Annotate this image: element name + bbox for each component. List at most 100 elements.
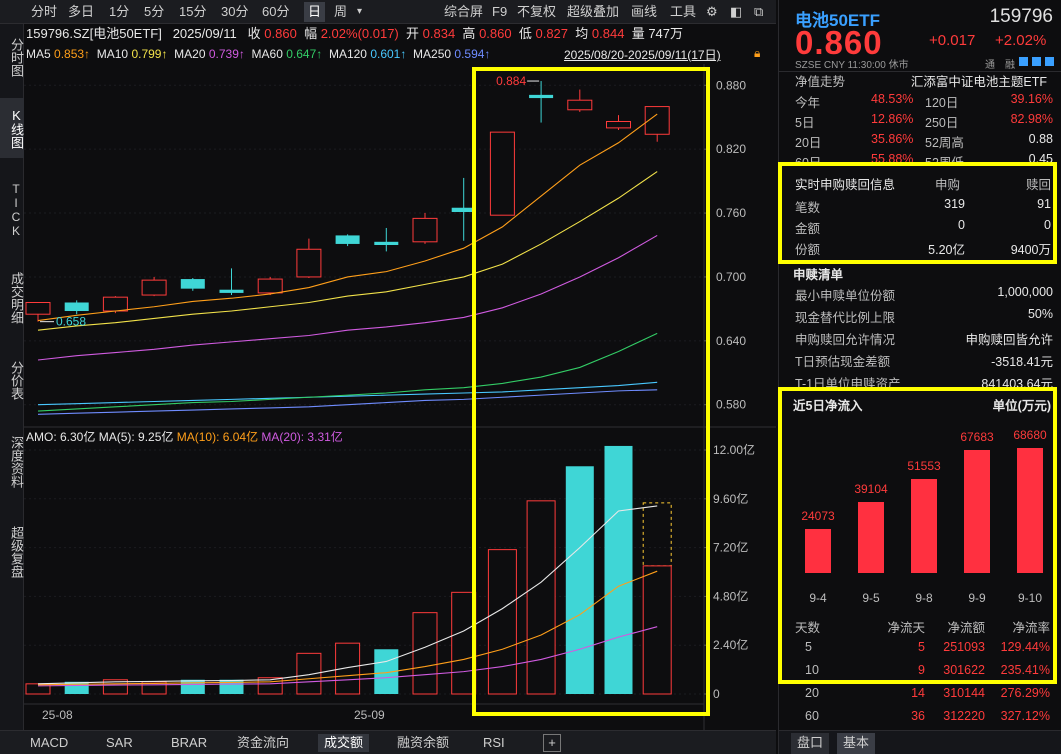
tab-basic[interactable]: 基本 [837,733,875,754]
candle-body [297,249,321,277]
lock-icon[interactable]: 🔒︎ [754,46,760,61]
period-30min[interactable]: 30分 [217,2,252,22]
add-tab-button[interactable]: + [543,734,561,752]
tab-macd[interactable]: MACD [30,734,68,752]
overlay-button[interactable]: 超级叠加 [567,2,619,22]
candle-body [26,302,50,314]
tab-brar[interactable]: BRAR [171,734,207,752]
fund-code: 159796 [990,6,1053,28]
candle-body [65,302,89,311]
amo-ma-label: MA(5): 9.25亿 [95,429,173,444]
ma20-value: 0.739↑ [209,47,245,61]
list-row-value: 申购赎回皆允许 [965,329,1053,348]
range-label: 幅 [304,26,317,41]
amo-ma-label: MA(20): 3.31亿 [258,429,343,444]
nav-tick[interactable]: TICK [0,172,24,248]
nav-depth-data[interactable]: 深度资料 [0,422,24,502]
gear-icon[interactable]: ⚙ [706,2,718,22]
ma250-value: 0.594↑ [454,47,490,61]
list-row-label: T日预估现金差额 [795,351,890,370]
close-label: 收 [248,26,261,41]
volume-value: 747万 [648,26,683,41]
period-15min[interactable]: 15分 [175,2,210,22]
ma10-label: MA10 [97,47,128,61]
period-multiday[interactable]: 多日 [64,2,98,22]
tab-margin[interactable]: 融资余额 [397,734,449,752]
nav-trade-detail[interactable]: 成交明细 [0,260,24,336]
period-day[interactable]: 日 [304,2,325,22]
tab-order-book[interactable]: 盘口 [791,733,829,754]
perf-label: 52周高 [925,132,964,151]
volume-bar [181,680,205,694]
list-row-label: 最小申赎单位份额 [795,285,895,304]
tab-sar[interactable]: SAR [106,734,133,752]
tab-rsi[interactable]: RSI [483,734,505,752]
candle-body [103,297,127,311]
ma60-label: MA60 [252,47,283,61]
perf-value: 48.53% [871,92,913,106]
tag-tong: 通 [985,56,995,71]
nav-kline[interactable]: K线图 [0,98,24,158]
candle-body [258,279,282,293]
period-5min[interactable]: 5分 [140,2,168,22]
y-tick-label: 12.00亿 [713,442,755,457]
quote-info-line: 159796.SZ[电池50ETF] 2025/09/11 收 0.860 幅 … [26,24,683,44]
period-1min[interactable]: 1分 [105,2,133,22]
ma10-value: 0.799↑ [131,47,167,61]
quote-date: 2025/09/11 [173,26,237,41]
flow-table-cell: 312220 [943,709,985,723]
period-dropdown-icon[interactable]: ▾ [353,2,366,22]
period-intraday[interactable]: 分时 [27,2,61,22]
nav-trend-label[interactable]: 净值走势 [795,75,845,89]
high-label: 高 [462,26,475,41]
list-row-value: 1,000,000 [997,285,1053,299]
perf-value: 0.88 [1029,132,1053,146]
ma120-value: 0.601↑ [370,47,406,61]
top-toolbar: 分时 多日 1分 5分 15分 30分 60分 日 周 ▾ 综合屏 F9 不复权… [0,0,776,24]
open-label: 开 [406,26,419,41]
ma-legend: MA5 0.853↑ MA10 0.799↑ MA20 0.739↑ MA60 … [26,45,490,63]
y-tick-label: 0.640 [716,334,746,348]
draw-line-button[interactable]: 画线 [631,2,657,22]
list-row-value: -3518.41元 [991,351,1053,370]
f9-button[interactable]: F9 [492,2,507,22]
nav-intraday[interactable]: 分时图 [0,28,24,86]
y-tick-label: 0.760 [716,206,746,220]
ma60-value: 0.647↑ [286,47,322,61]
panel-bottom-bar: 盘口 基本 [779,730,1061,754]
date-range[interactable]: 2025/08/20-2025/09/11(17日) [564,46,721,63]
ma250-label: MA250 [413,47,451,61]
period-60min[interactable]: 60分 [258,2,293,22]
share-icon[interactable] [1032,57,1041,66]
composite-screen-button[interactable]: 综合屏 [444,2,483,22]
amo-value: AMO: 6.30亿 [26,429,95,444]
tag-rong: 融 [1005,56,1015,71]
tab-turnover[interactable]: 成交额 [318,734,369,752]
list-row-value: 50% [1028,307,1053,321]
no-adjust-button[interactable]: 不复权 [517,2,556,22]
nav-price-table[interactable]: 分价表 [0,350,24,410]
open-value: 0.834 [423,26,456,41]
edit-icon[interactable] [1019,57,1028,66]
perf-label: 120日 [925,92,958,111]
index-name: 汇添富中证电池主题ETF [911,72,1047,92]
security-code: 159796.SZ[电池50ETF] [26,26,162,41]
perf-label: 今年 [795,92,820,111]
candle-body [336,235,360,244]
market-meta: SZSE CNY 11:30:00 休市 [795,56,909,71]
candle-body [220,290,244,293]
highlight-chart-region [472,67,710,716]
y-tick-label: 2.40亿 [713,637,748,652]
window-icon[interactable]: ⧉ [754,2,763,22]
layout-icon[interactable]: ◧ [730,2,742,22]
tab-fund-flow[interactable]: 资金流向 [237,734,289,752]
tools-button[interactable]: 工具 [670,2,696,22]
more-icon[interactable] [1045,57,1054,66]
y-tick-label: 0.580 [716,398,746,412]
y-tick-label: 4.80亿 [713,588,748,603]
app-window: 分时 多日 1分 5分 15分 30分 60分 日 周 ▾ 综合屏 F9 不复权… [0,0,1061,754]
volume-bar [413,613,437,694]
nav-replay[interactable]: 超级复盘 [0,512,24,592]
flow-table-cell: 36 [911,709,925,723]
period-week[interactable]: 周 [330,2,351,22]
